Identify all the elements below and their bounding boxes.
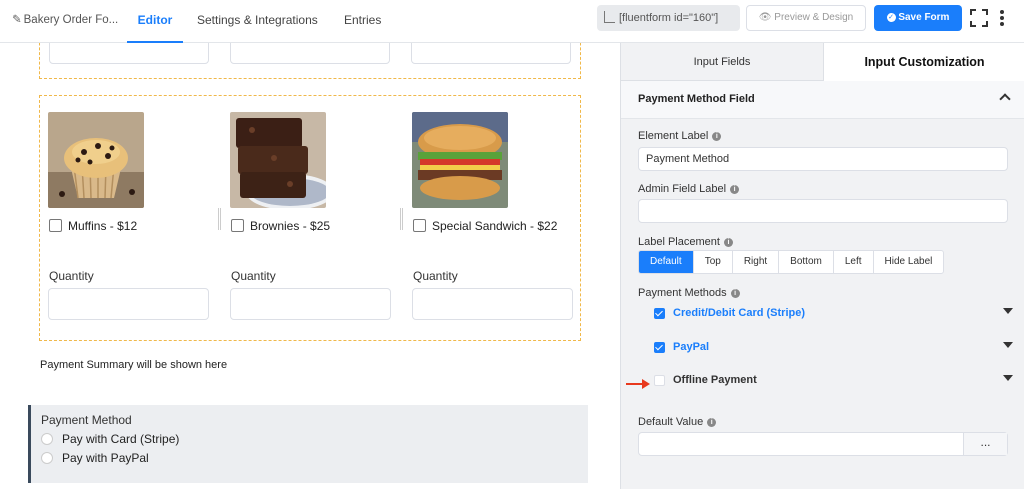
column-resize-handle[interactable]: [400, 208, 403, 230]
save-icon: ✓: [886, 12, 896, 22]
shortcode-copy[interactable]: [fluentform id="160"]: [597, 5, 740, 31]
offline-method-label[interactable]: Offline Payment: [673, 374, 757, 386]
muffin-image: [48, 112, 144, 208]
placement-right[interactable]: Right: [733, 251, 780, 273]
form-name-tab[interactable]: ✎ Bakery Order Fo...: [12, 0, 118, 43]
caret-down-icon[interactable]: [1003, 308, 1013, 314]
radio-paypal-label: Pay with PayPal: [62, 451, 149, 465]
stripe-checkbox[interactable]: [654, 308, 665, 319]
top-bar: ✎ Bakery Order Fo... Editor Settings & In…: [0, 0, 1024, 43]
sandwich-label: Special Sandwich - $22: [432, 219, 558, 233]
label-placement-heading: Label Placement i: [638, 236, 733, 248]
default-value-heading: Default Value i: [638, 416, 717, 428]
payment-methods-text: Payment Methods: [638, 287, 727, 299]
shortcode-icon: [604, 11, 615, 23]
sandwich-image: [412, 112, 508, 208]
payment-method-title: Payment Method: [41, 413, 132, 427]
stripe-method-label[interactable]: Credit/Debit Card (Stripe): [673, 307, 805, 319]
label-placement-group: Default Top Right Bottom Left Hide Label: [638, 250, 945, 274]
more-icon[interactable]: [998, 9, 1006, 27]
input-top-2[interactable]: [230, 43, 390, 64]
brownies-checkbox[interactable]: [231, 219, 244, 232]
tab-input-customization-label: Input Customization: [864, 55, 985, 69]
radio-stripe-label: Pay with Card (Stripe): [62, 432, 180, 446]
input-top-1[interactable]: [49, 43, 209, 64]
shortcode-text: [fluentform id="160"]: [619, 12, 719, 24]
help-icon: i: [712, 131, 722, 141]
sandwich-checkbox[interactable]: [413, 219, 426, 232]
paypal-method-label[interactable]: PayPal: [673, 341, 709, 353]
placement-top[interactable]: Top: [694, 251, 733, 273]
product-container[interactable]: Muffins - $12 Brownies - $25 Special San…: [39, 95, 581, 341]
section-title: Payment Method Field: [638, 93, 755, 105]
help-icon: i: [730, 184, 740, 194]
payment-methods-heading: Payment Methods i: [638, 287, 740, 299]
quantity-input-3[interactable]: [412, 288, 573, 320]
quantity-input-2[interactable]: [230, 288, 391, 320]
placement-default[interactable]: Default: [639, 251, 694, 273]
arrow-right-icon: [626, 379, 650, 389]
help-icon: i: [707, 417, 717, 427]
brownies-label: Brownies - $25: [250, 219, 331, 233]
payment-summary-text: Payment Summary will be shown here: [40, 359, 228, 371]
payment-method-field[interactable]: Payment Method Pay with Card (Stripe) Pa…: [28, 405, 588, 483]
field-container-top[interactable]: [39, 43, 581, 79]
preview-design-button[interactable]: 👁 Preview & Design: [746, 5, 866, 31]
tab-input-customization[interactable]: Input Customization: [824, 43, 1024, 81]
brownies-image: [230, 112, 326, 208]
eye-icon: 👁: [758, 12, 772, 23]
tab-settings-label: Settings & Integrations: [197, 13, 318, 27]
quantity-input-1[interactable]: [48, 288, 209, 320]
help-icon: i: [723, 237, 733, 247]
tab-input-fields-label: Input Fields: [693, 56, 751, 68]
element-label-heading: Element Label i: [638, 130, 722, 142]
admin-label-input[interactable]: [638, 199, 1008, 223]
radio-stripe[interactable]: [41, 433, 53, 445]
fullscreen-icon[interactable]: [970, 9, 988, 27]
quantity-label-3: Quantity: [413, 269, 458, 283]
muffins-label: Muffins - $12: [68, 219, 138, 233]
form-canvas: Muffins - $12 Brownies - $25 Special San…: [0, 43, 620, 489]
tab-settings[interactable]: Settings & Integrations: [197, 0, 318, 43]
settings-sidebar: Input Fields Input Customization Payment…: [620, 43, 1024, 489]
radio-paypal[interactable]: [41, 452, 53, 464]
offline-checkbox[interactable]: [654, 375, 665, 386]
shortcode-picker-button[interactable]: ...: [963, 433, 1007, 455]
edit-icon: ✎: [12, 14, 22, 26]
tab-entries-label: Entries: [344, 13, 382, 27]
caret-down-icon[interactable]: [1003, 342, 1013, 348]
admin-label-text: Admin Field Label: [638, 183, 727, 195]
tab-entries[interactable]: Entries: [344, 0, 381, 43]
input-top-3[interactable]: [411, 43, 571, 64]
placement-left[interactable]: Left: [834, 251, 874, 273]
caret-down-icon[interactable]: [1003, 375, 1013, 381]
tab-editor-label: Editor: [137, 13, 173, 27]
placement-bottom[interactable]: Bottom: [779, 251, 834, 273]
quantity-label-2: Quantity: [231, 269, 276, 283]
save-form-button[interactable]: ✓ Save Form: [874, 5, 962, 31]
default-value-text: Default Value: [638, 416, 704, 428]
element-label-input[interactable]: Payment Method: [638, 147, 1008, 171]
help-icon: i: [730, 288, 740, 298]
column-resize-handle[interactable]: [218, 208, 221, 230]
default-value-input[interactable]: ...: [638, 432, 1008, 456]
placement-hide[interactable]: Hide Label: [874, 251, 944, 273]
label-placement-text: Label Placement: [638, 236, 720, 248]
form-name: Bakery Order Fo...: [23, 14, 119, 26]
preview-label: Preview & Design: [774, 12, 854, 23]
admin-label-heading: Admin Field Label i: [638, 183, 740, 195]
save-label: Save Form: [898, 12, 950, 23]
quantity-label-1: Quantity: [49, 269, 94, 283]
element-label-text: Element Label: [638, 130, 709, 142]
tab-editor[interactable]: Editor: [127, 0, 183, 43]
tab-input-fields[interactable]: Input Fields: [621, 43, 824, 81]
section-header[interactable]: Payment Method Field: [621, 81, 1024, 119]
muffins-checkbox[interactable]: [49, 219, 62, 232]
paypal-checkbox[interactable]: [654, 342, 665, 353]
chevron-up-icon[interactable]: [999, 93, 1011, 105]
